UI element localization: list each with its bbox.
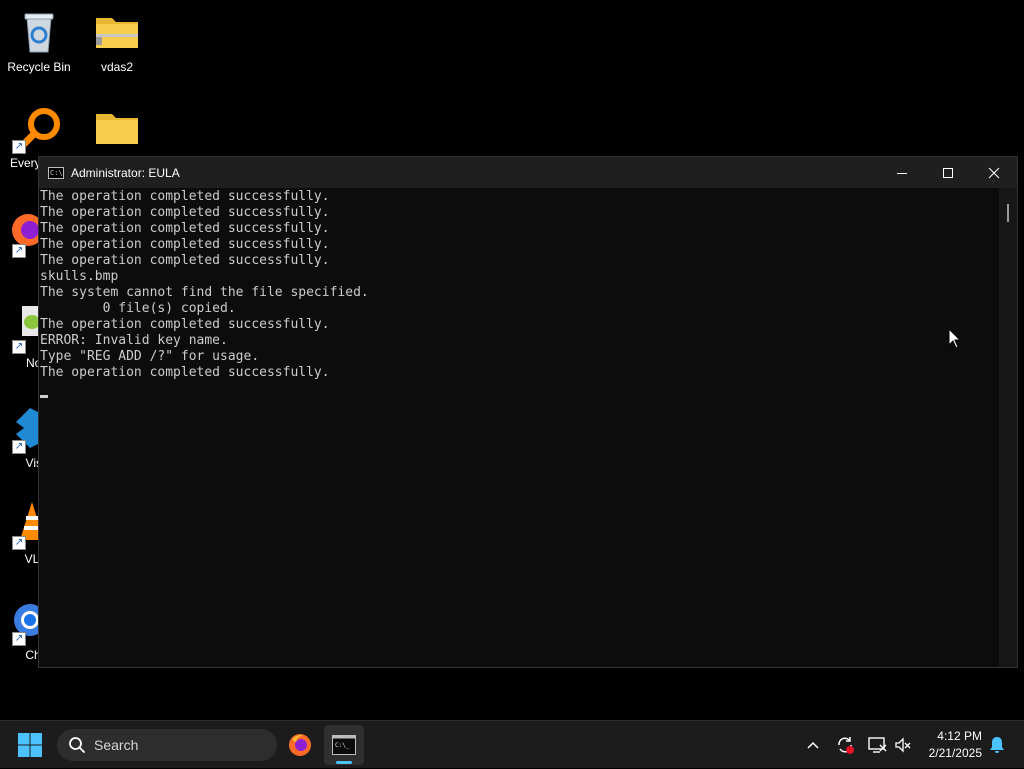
network-disconnected-icon: [868, 737, 887, 753]
show-hidden-icons-button[interactable]: [802, 721, 824, 769]
start-button[interactable]: [16, 731, 44, 759]
minimize-button[interactable]: [879, 157, 925, 188]
scrollbar-thumb[interactable]: [1007, 204, 1009, 222]
tray-volume-button[interactable]: [892, 721, 914, 769]
desktop-icon-vdas2[interactable]: vdas2: [79, 8, 155, 74]
console-line: The operation completed successfully.: [40, 189, 330, 204]
search-placeholder: Search: [94, 737, 139, 753]
svg-text:C:\_: C:\_: [335, 742, 350, 749]
title-bar[interactable]: C:\ Administrator: EULA: [39, 157, 1017, 188]
sync-error-icon: [838, 737, 854, 754]
maximize-icon: [943, 167, 953, 178]
close-icon: [988, 167, 1000, 178]
desktop-icon-folder[interactable]: [79, 104, 155, 156]
tray-network-button[interactable]: [864, 721, 890, 769]
windows-logo-icon: [18, 733, 42, 757]
console-line: 0 file(s) copied.: [40, 301, 236, 316]
console-app-icon: C:\_: [332, 735, 356, 755]
shortcut-arrow-icon: ↗: [12, 440, 26, 454]
text-cursor: [40, 395, 48, 398]
desktop-icon-label: vdas2: [100, 60, 134, 74]
active-app-indicator: [336, 761, 352, 764]
desktop-icon-label: Recycle Bin: [7, 60, 71, 74]
window-title: Administrator: EULA: [71, 165, 180, 180]
console-line: The operation completed successfully.: [40, 317, 330, 332]
shortcut-arrow-icon: ↗: [12, 140, 26, 154]
notifications-button[interactable]: [986, 721, 1008, 769]
console-app-icon: C:\: [48, 166, 64, 179]
search-icon: [69, 737, 85, 753]
console-line: The operation completed successfully.: [40, 365, 330, 380]
minimize-icon: [897, 172, 907, 174]
shortcut-arrow-icon: ↗: [12, 632, 26, 646]
maximize-button[interactable]: [925, 157, 971, 188]
chevron-up-icon: [807, 741, 819, 749]
taskbar-search-box[interactable]: Search: [57, 729, 277, 761]
folder-icon: [93, 104, 141, 152]
vertical-scrollbar[interactable]: [999, 188, 1017, 667]
desktop-icon-recycle-bin[interactable]: Recycle Bin: [1, 8, 77, 74]
close-button[interactable]: [971, 157, 1017, 188]
bell-icon: [990, 737, 1004, 753]
shortcut-arrow-icon: ↗: [12, 536, 26, 550]
taskbar-app-firefox[interactable]: [280, 725, 320, 765]
console-line: The operation completed successfully.: [40, 221, 330, 236]
console-line: ERROR: Invalid key name.: [40, 333, 228, 348]
shortcut-arrow-icon: ↗: [12, 340, 26, 354]
console-window[interactable]: C:\ Administrator: EULA The operation co…: [38, 156, 1018, 668]
clock-date: 2/21/2025: [928, 746, 982, 760]
tray-sync-icon-button[interactable]: [832, 721, 858, 769]
taskbar-clock[interactable]: 4:12 PM 2/21/2025: [929, 728, 982, 762]
zip-folder-icon: [93, 8, 141, 56]
clock-time: 4:12 PM: [937, 729, 982, 743]
console-line: skulls.bmp: [40, 269, 119, 284]
console-line: Type "REG ADD /?" for usage.: [40, 349, 260, 364]
console-output[interactable]: The operation completed successfully. The…: [39, 188, 999, 667]
shortcut-arrow-icon: ↗: [12, 244, 26, 258]
recycle-bin-icon: [15, 8, 63, 56]
console-line: The operation completed successfully.: [40, 253, 330, 268]
taskbar: Search C:\_ 4:12 PM 2/21/2025: [0, 720, 1024, 768]
volume-muted-icon: [895, 737, 911, 753]
mouse-pointer-icon: [948, 328, 962, 349]
console-line: The operation completed successfully.: [40, 237, 330, 252]
everything-search-icon: ↗: [12, 104, 62, 154]
console-line: The system cannot find the file specifie…: [40, 285, 369, 300]
taskbar-app-console[interactable]: C:\_: [324, 725, 364, 765]
console-prompt-line: [40, 385, 999, 401]
window-controls: [879, 157, 1017, 188]
console-line: The operation completed successfully.: [40, 205, 330, 220]
firefox-icon: [289, 734, 311, 756]
